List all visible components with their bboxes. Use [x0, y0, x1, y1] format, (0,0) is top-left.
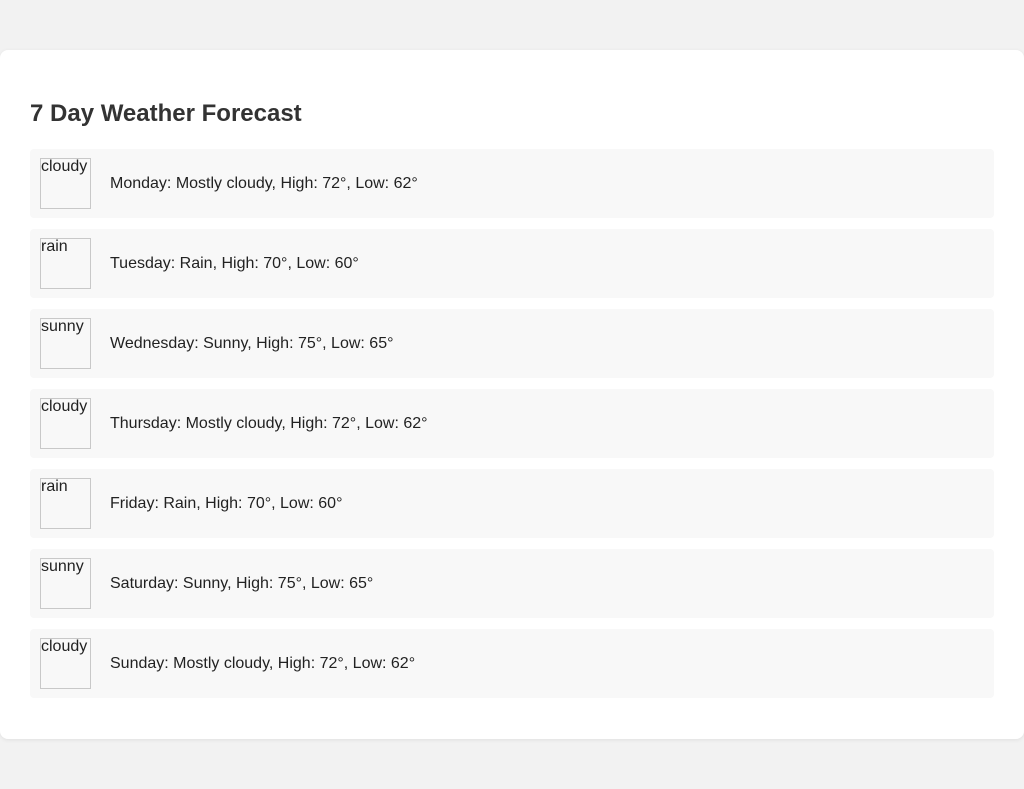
sunny-icon: sunny [40, 557, 91, 609]
forecast-text: Saturday: Sunny, High: 75°, Low: 65° [110, 574, 374, 592]
cloudy-icon: cloudy [40, 397, 91, 449]
forecast-text: Friday: Rain, High: 70°, Low: 60° [110, 494, 343, 512]
rain-icon: rain [40, 477, 91, 529]
forecast-row-sunday: cloudy Sunday: Mostly cloudy, High: 72°,… [30, 629, 994, 698]
forecast-text: Thursday: Mostly cloudy, High: 72°, Low:… [110, 414, 428, 432]
forecast-row-monday: cloudy Monday: Mostly cloudy, High: 72°,… [30, 149, 994, 218]
forecast-row-saturday: sunny Saturday: Sunny, High: 75°, Low: 6… [30, 549, 994, 618]
cloudy-icon: cloudy [40, 637, 91, 689]
sunny-icon: sunny [40, 317, 91, 369]
forecast-card: 7 Day Weather Forecast cloudy Monday: Mo… [0, 50, 1024, 739]
page-title: 7 Day Weather Forecast [30, 100, 302, 127]
forecast-text: Sunday: Mostly cloudy, High: 72°, Low: 6… [110, 654, 416, 672]
forecast-row-friday: rain Friday: Rain, High: 70°, Low: 60° [30, 469, 994, 538]
forecast-text: Monday: Mostly cloudy, High: 72°, Low: 6… [110, 174, 418, 192]
forecast-text: Wednesday: Sunny, High: 75°, Low: 65° [110, 334, 394, 352]
forecast-text: Tuesday: Rain, High: 70°, Low: 60° [110, 254, 359, 272]
cloudy-icon: cloudy [40, 157, 91, 209]
rain-icon: rain [40, 237, 91, 289]
forecast-row-thursday: cloudy Thursday: Mostly cloudy, High: 72… [30, 389, 994, 458]
forecast-row-tuesday: rain Tuesday: Rain, High: 70°, Low: 60° [30, 229, 994, 298]
forecast-row-wednesday: sunny Wednesday: Sunny, High: 75°, Low: … [30, 309, 994, 378]
forecast-list: cloudy Monday: Mostly cloudy, High: 72°,… [30, 149, 994, 698]
